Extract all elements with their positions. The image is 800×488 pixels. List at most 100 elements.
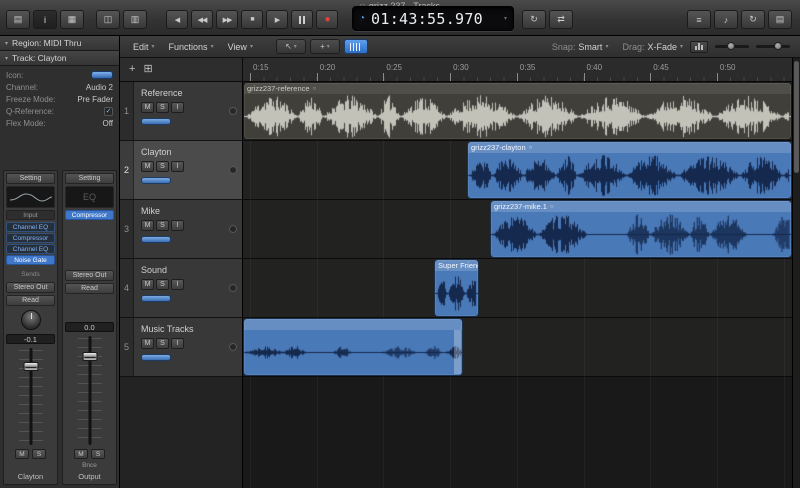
audio-region[interactable]: Super Friend○ (434, 259, 479, 317)
inspector-field[interactable]: Q-Reference:✓ (0, 105, 119, 117)
inspector-field[interactable]: Flex Mode:Off (0, 117, 119, 129)
audio-region[interactable]: grizz237-clayton○ (467, 141, 792, 199)
plugin-slot[interactable]: Noise Gate (6, 255, 55, 265)
view-menu[interactable]: View▾ (221, 42, 260, 52)
solo-button[interactable]: S (156, 338, 169, 349)
mute-button[interactable]: M (141, 161, 154, 172)
record-enable-button[interactable] (229, 343, 237, 351)
record-enable-button[interactable] (229, 107, 237, 115)
apple-loops-button[interactable]: ↻ (741, 10, 765, 29)
drag-menu[interactable]: Drag: X-Fade ▾ (615, 42, 690, 52)
eq-display[interactable]: EQ (65, 186, 114, 208)
checkbox[interactable]: ✓ (104, 107, 113, 116)
plugin-slot[interactable]: Compressor (65, 210, 114, 220)
mute-button[interactable]: M (141, 102, 154, 113)
waveform-zoom-button[interactable] (690, 41, 708, 53)
track-volume-slider[interactable] (141, 236, 171, 243)
inspector-field[interactable]: Freeze Mode:Pre Fader (0, 93, 119, 105)
audio-region[interactable]: grizz237-mike.1○ (490, 200, 792, 258)
plugin-slot[interactable]: Channel EQ (6, 222, 55, 232)
output-slot[interactable]: Stereo Out (6, 282, 55, 293)
cmd-click-tool-menu[interactable]: +▾ (310, 39, 340, 54)
horizontal-zoom-slider[interactable] (715, 45, 749, 48)
goto-beginning-button[interactable]: ◀ (166, 10, 188, 29)
replace-button[interactable]: ⇄ (549, 10, 573, 29)
automation-mode-button[interactable]: Read (65, 283, 114, 294)
fader-cap[interactable] (23, 362, 38, 371)
lcd-display[interactable]: ◔ 01:43:55.970 ▾ (352, 6, 514, 31)
snap-menu[interactable]: Snap: Smart ▾ (545, 42, 616, 52)
library-button[interactable]: ▤ (6, 10, 30, 29)
record-enable-button[interactable] (229, 166, 237, 174)
input-slot[interactable]: Input (6, 210, 55, 220)
track-header[interactable]: 1ReferenceMSI (120, 82, 242, 141)
track-header[interactable]: 2ClaytonMSI (120, 141, 242, 200)
volume-fader[interactable] (6, 346, 55, 447)
track-header[interactable]: 3MikeMSI (120, 200, 242, 259)
quick-help-button[interactable]: ▦ (60, 10, 84, 29)
scrollbar-thumb[interactable] (794, 61, 799, 173)
mute-button[interactable]: M (141, 338, 154, 349)
solo-button[interactable]: S (156, 279, 169, 290)
list-editors-button[interactable]: ≡ (687, 10, 711, 29)
duplicate-track-button[interactable]: ⊞ (143, 64, 152, 75)
vertical-zoom-slider[interactable] (756, 45, 790, 48)
inspector-field[interactable]: Icon: (0, 69, 119, 81)
pan-knob[interactable] (21, 310, 41, 330)
vertical-scrollbar[interactable] (792, 58, 800, 488)
record-button[interactable]: ● (316, 10, 338, 29)
track-volume-slider[interactable] (141, 177, 171, 184)
mute-button[interactable]: M (141, 220, 154, 231)
mixer-button[interactable]: ◫ (96, 10, 120, 29)
zoom-slider-knob[interactable] (727, 42, 735, 50)
solo-button[interactable]: S (156, 220, 169, 231)
inspector-button[interactable]: i (33, 10, 57, 29)
mute-button[interactable]: M (15, 449, 29, 459)
output-slot[interactable]: Stereo Out (65, 270, 114, 281)
region-inspector-header[interactable]: ▾ Region: MIDI Thru (0, 36, 119, 51)
pointer-tool-menu[interactable]: ↖▾ (276, 39, 306, 54)
plugin-slot[interactable]: Channel EQ (6, 244, 55, 254)
track-header[interactable]: 4SoundMSI (120, 259, 242, 318)
audio-region[interactable] (243, 318, 463, 376)
inspector-field[interactable]: Channel:Audio 2 (0, 81, 119, 93)
automation-mode-button[interactable]: Read (6, 295, 55, 306)
track-icon[interactable] (91, 71, 113, 79)
rewind-button[interactable]: ◀◀ (191, 10, 213, 29)
editors-button[interactable]: ▥ (123, 10, 147, 29)
note-pads-button[interactable]: ♪ (714, 10, 738, 29)
input-monitor-button[interactable]: I (171, 161, 184, 172)
zoom-slider-knob[interactable] (774, 42, 782, 50)
mute-button[interactable]: M (74, 449, 88, 459)
solo-button[interactable]: S (91, 449, 105, 459)
audio-region[interactable]: grizz237-reference○ (243, 82, 792, 140)
tracks-timeline[interactable]: grizz237-reference○grizz237-clayton○griz… (243, 82, 792, 488)
eq-display[interactable] (6, 186, 55, 208)
solo-button[interactable]: S (32, 449, 46, 459)
media-browser-button[interactable]: ▤ (768, 10, 792, 29)
track-volume-slider[interactable] (141, 295, 171, 302)
input-monitor-button[interactable]: I (171, 279, 184, 290)
play-button[interactable]: ▶ (266, 10, 288, 29)
fade-handle[interactable] (454, 330, 461, 374)
track-volume-slider[interactable] (141, 118, 171, 125)
time-ruler[interactable]: 0:150:200:250:300:350:400:450:50 (243, 58, 792, 82)
record-enable-button[interactable] (229, 225, 237, 233)
mute-button[interactable]: M (141, 279, 154, 290)
track-volume-slider[interactable] (141, 354, 171, 361)
volume-fader[interactable] (65, 334, 114, 447)
fader-cap[interactable] (82, 352, 97, 361)
cycle-button[interactable]: ↻ (522, 10, 546, 29)
setting-button[interactable]: Setting (6, 173, 55, 184)
flex-button[interactable] (344, 39, 368, 54)
add-track-button[interactable]: + (129, 64, 135, 75)
functions-menu[interactable]: Functions▾ (162, 42, 221, 52)
setting-button[interactable]: Setting (65, 173, 114, 184)
input-monitor-button[interactable]: I (171, 220, 184, 231)
edit-menu[interactable]: Edit▾ (126, 42, 162, 52)
forward-button[interactable]: ▶▶ (216, 10, 238, 29)
stop-button[interactable]: ■ (241, 10, 263, 29)
lcd-mode-chevron-icon[interactable]: ▾ (504, 15, 507, 22)
input-monitor-button[interactable]: I (171, 338, 184, 349)
solo-button[interactable]: S (156, 161, 169, 172)
